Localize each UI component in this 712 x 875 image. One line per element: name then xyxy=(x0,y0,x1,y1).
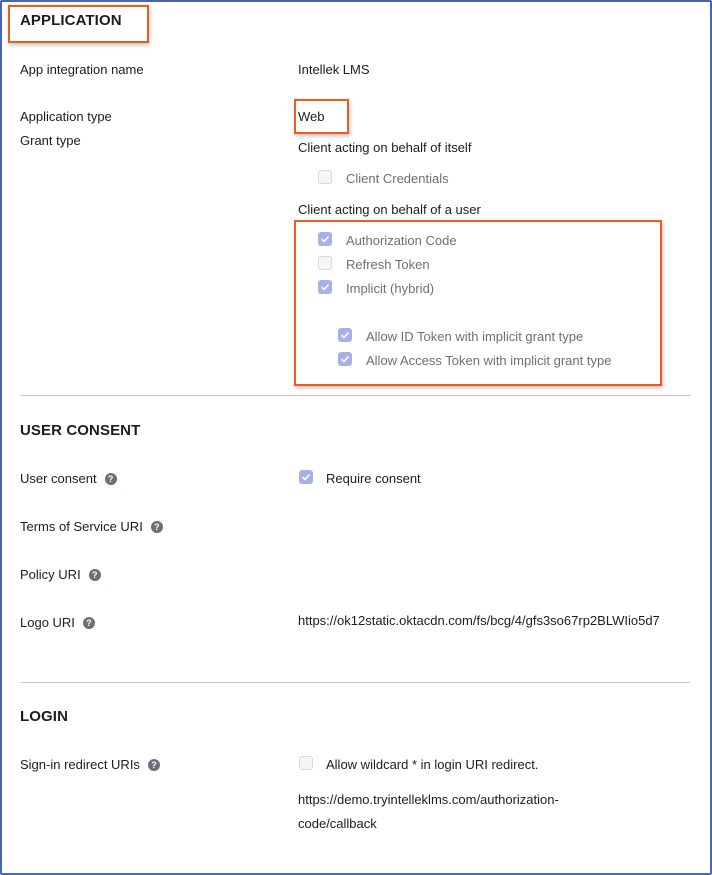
help-icon[interactable]: ? xyxy=(150,521,163,533)
checkbox-allow-wildcard[interactable] xyxy=(299,756,313,770)
check-icon xyxy=(320,283,330,291)
check-icon xyxy=(340,355,350,363)
grant-self-group-label: Client acting on behalf of itself xyxy=(298,140,472,155)
label-text: Policy URI xyxy=(20,567,81,582)
logo-uri-label: Logo URI? xyxy=(20,615,95,630)
option-label: Authorization Code xyxy=(346,233,457,248)
option-label: Allow Access Token with implicit grant t… xyxy=(366,353,612,368)
logo-uri-value: https://ok12static.oktacdn.com/fs/bcg/4/… xyxy=(298,613,660,628)
option-label: Refresh Token xyxy=(346,257,430,272)
application-type-label: Application type xyxy=(20,109,112,124)
section-heading-user-consent: USER CONSENT xyxy=(20,422,141,439)
label-text: User consent xyxy=(20,471,97,486)
option-label: Allow wildcard * in login URI redirect. xyxy=(326,757,539,772)
option-label: Implicit (hybrid) xyxy=(346,281,435,296)
sign-in-redirect-uri-value: https://demo.tryintelleklms.com/authoriz… xyxy=(298,792,559,831)
app-integration-name-label: App integration name xyxy=(20,62,144,77)
label-text: Terms of Service URI xyxy=(20,519,143,534)
help-icon[interactable]: ? xyxy=(88,569,101,581)
section-heading-application: APPLICATION xyxy=(20,12,122,29)
help-icon[interactable]: ? xyxy=(82,617,95,629)
app-integration-name-value: Intellek LMS xyxy=(298,62,370,77)
checkbox-require-consent[interactable] xyxy=(299,470,313,484)
checkbox-authorization-code[interactable] xyxy=(318,232,332,246)
check-icon xyxy=(320,235,330,243)
checkbox-client-credentials[interactable] xyxy=(318,170,332,184)
section-heading-login: LOGIN xyxy=(20,708,68,725)
sign-in-redirect-uris-label: Sign-in redirect URIs? xyxy=(20,757,160,772)
settings-panel: APPLICATION App integration name Intelle… xyxy=(0,0,712,875)
policy-uri-label: Policy URI? xyxy=(20,567,101,582)
check-icon xyxy=(301,473,311,481)
label-text: Logo URI xyxy=(20,615,75,630)
section-divider xyxy=(20,682,690,683)
option-label: Client Credentials xyxy=(346,171,449,186)
option-label: Require consent xyxy=(326,471,421,486)
checkbox-refresh-token[interactable] xyxy=(318,256,332,270)
option-label: Allow ID Token with implicit grant type xyxy=(366,329,584,344)
section-divider xyxy=(20,395,690,396)
grant-user-group-label: Client acting on behalf of a user xyxy=(298,202,481,217)
checkbox-allow-access-token[interactable] xyxy=(338,352,352,366)
help-icon[interactable]: ? xyxy=(104,473,117,485)
checkbox-implicit-hybrid[interactable] xyxy=(318,280,332,294)
check-icon xyxy=(340,331,350,339)
application-type-value: Web xyxy=(298,109,325,124)
label-text: Sign-in redirect URIs xyxy=(20,757,140,772)
checkbox-allow-id-token[interactable] xyxy=(338,328,352,342)
user-consent-label: User consent? xyxy=(20,471,117,486)
terms-of-service-uri-label: Terms of Service URI? xyxy=(20,519,163,534)
help-icon[interactable]: ? xyxy=(147,759,160,771)
grant-type-label: Grant type xyxy=(20,133,81,148)
